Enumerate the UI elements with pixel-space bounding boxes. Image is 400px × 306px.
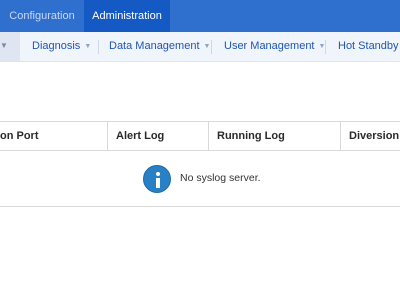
tab-configuration[interactable]: Configuration <box>0 0 84 32</box>
subnav-item-label: Diagnosis <box>32 40 81 52</box>
empty-message: No syslog server. <box>180 172 261 184</box>
column-divider[interactable] <box>340 122 341 150</box>
subnav-item-data-management[interactable]: Data Management ▼ <box>109 32 210 61</box>
column-divider[interactable] <box>208 122 209 150</box>
divider <box>98 40 99 54</box>
column-header: on Port <box>0 130 39 142</box>
subnav-item-partial[interactable]: ▼ <box>0 32 20 61</box>
divider <box>211 40 212 54</box>
table-header: on Port Alert Log Running Log Diversion … <box>0 121 400 151</box>
chevron-down-icon: ▼ <box>203 43 211 50</box>
chevron-down-icon: ▼ <box>0 41 8 50</box>
divider <box>325 40 326 54</box>
top-navigation-bar: Configuration Administration <box>0 0 400 32</box>
column-divider[interactable] <box>107 122 108 150</box>
tab-administration[interactable]: Administration <box>84 0 170 32</box>
subnav-item-label: Hot Standby <box>338 40 399 52</box>
subnav-item-diagnosis[interactable]: Diagnosis ▼ <box>32 32 91 61</box>
subnav-item-label: User Management <box>224 40 315 52</box>
subnav-item-hot-standby[interactable]: Hot Standby <box>338 32 399 61</box>
sub-navigation-bar: ▼ Diagnosis ▼ Data Management ▼ User Manag… <box>0 32 400 62</box>
column-header: Alert Log <box>116 130 165 142</box>
syslog-table: on Port Alert Log Running Log Diversion … <box>0 121 400 207</box>
info-icon <box>143 165 171 193</box>
table-empty-row: No syslog server. <box>0 151 400 207</box>
chevron-down-icon: ▼ <box>84 43 92 50</box>
column-header: Diversion L <box>349 130 400 142</box>
subnav-item-user-management[interactable]: User Management ▼ <box>224 32 325 61</box>
subnav-item-label: Data Management <box>109 40 200 52</box>
column-header: Running Log <box>217 130 285 142</box>
